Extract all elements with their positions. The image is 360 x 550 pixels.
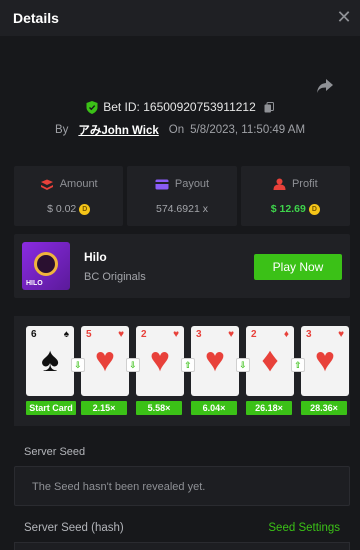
- guess-arrow-icon: ⇧: [291, 358, 305, 372]
- profit-value: $ 12.69: [270, 203, 306, 215]
- server-seed-label: Server Seed: [24, 446, 86, 458]
- page-title: Details: [13, 10, 59, 26]
- bet-date: 5/8/2023, 11:50:49 AM: [190, 124, 306, 136]
- card-multiplier: 28.36×: [301, 401, 347, 415]
- profit-stat: Profit $ 12.69 D: [240, 166, 350, 226]
- card-suit-icon: ♥: [314, 341, 336, 379]
- card-rank: 6: [31, 329, 37, 340]
- card-suit-icon: ♥: [94, 341, 116, 379]
- game-provider: BC Originals: [84, 271, 146, 283]
- server-seed-field[interactable]: The Seed hasn't been revealed yet.: [14, 466, 350, 506]
- details-header: Details ✕: [0, 0, 360, 36]
- playing-card: 2 ♦ ♦: [246, 326, 294, 396]
- card-suit-small-icon: ♥: [338, 329, 344, 340]
- card-rank: 2: [141, 329, 147, 340]
- profit-icon: [273, 178, 286, 190]
- card-rank: 3: [306, 329, 312, 340]
- card-suit-icon: ♥: [149, 341, 171, 379]
- seed-settings-link[interactable]: Seed Settings: [268, 522, 340, 534]
- user-link[interactable]: アみJohn Wick: [78, 122, 158, 138]
- card-multiplier: 26.18×: [246, 401, 292, 415]
- on-label: On: [168, 124, 185, 136]
- amount-label: Amount: [59, 178, 98, 190]
- playing-card: 6 ♠ ♠: [26, 326, 74, 396]
- by-label: By: [54, 124, 69, 136]
- guess-arrow-icon: ⇩: [71, 358, 85, 372]
- card-multiplier: 2.15×: [81, 401, 127, 415]
- coin-icon: D: [308, 203, 320, 215]
- play-now-button[interactable]: Play Now: [254, 254, 342, 280]
- card-suit-small-icon: ♥: [173, 329, 179, 340]
- payout-label: Payout: [174, 178, 210, 190]
- amount-icon: [40, 179, 53, 190]
- server-seed-hash-field[interactable]: [14, 542, 350, 550]
- hilo-game-thumbnail[interactable]: HILO: [22, 242, 70, 290]
- card-rank: 3: [196, 329, 202, 340]
- guess-arrow-icon: ⇩: [236, 358, 250, 372]
- card-multiplier: 5.58×: [136, 401, 182, 415]
- server-seed-hash-label: Server Seed (hash): [24, 522, 124, 534]
- playing-card: 2 ♥ ♥: [136, 326, 184, 396]
- playing-card: 5 ♥ ♥: [81, 326, 129, 396]
- card-multiplier: Start Card: [26, 401, 76, 415]
- share-icon[interactable]: [316, 78, 334, 94]
- bet-stats: Amount $ 0.02 D Payout 574.6921 x Profit: [14, 166, 350, 226]
- card-rank: 5: [86, 329, 92, 340]
- bet-id-row: Bet ID: 16500920753911212: [0, 100, 360, 114]
- card-history: 6 ♠ ♠ Start Card 5 ♥ ♥ ⇩ 2.15× 2 ♥ ♥ ⇩ 5.58× 3 ♥ ♥ ⇧ 6.04×…: [14, 316, 350, 426]
- card-suit-small-icon: ♦: [283, 329, 289, 340]
- verified-shield-icon: [86, 100, 98, 114]
- server-seed-text: The Seed hasn't been revealed yet.: [32, 481, 206, 493]
- coin-icon: D: [79, 203, 91, 215]
- guess-arrow-icon: ⇧: [181, 358, 195, 372]
- card-suit-icon: ♥: [204, 341, 226, 379]
- payout-icon: [155, 179, 169, 189]
- copy-icon[interactable]: [264, 101, 274, 113]
- thumbnail-label: HILO: [26, 280, 43, 287]
- card-multiplier: 6.04×: [191, 401, 237, 415]
- guess-arrow-icon: ⇩: [126, 358, 140, 372]
- payout-stat: Payout 574.6921 x: [127, 166, 237, 226]
- card-suit-small-icon: ♥: [118, 329, 124, 340]
- amount-stat: Amount $ 0.02 D: [14, 166, 124, 226]
- profit-label: Profit: [291, 178, 318, 190]
- card-suit-icon: ♠: [40, 341, 60, 379]
- card-suit-small-icon: ♠: [63, 329, 69, 340]
- game-name: Hilo: [84, 250, 107, 264]
- amount-value: $ 0.02: [47, 203, 77, 215]
- playing-card: 3 ♥ ♥: [301, 326, 349, 396]
- payout-value: 574.6921 x: [156, 203, 208, 215]
- game-card: HILO Hilo BC Originals Play Now: [14, 234, 350, 298]
- playing-card: 3 ♥ ♥: [191, 326, 239, 396]
- record-disc-icon: [34, 252, 58, 276]
- card-suit-icon: ♦: [261, 341, 279, 379]
- close-icon[interactable]: ✕: [336, 8, 352, 26]
- card-suit-small-icon: ♥: [228, 329, 234, 340]
- card-rank: 2: [251, 329, 257, 340]
- bet-id: Bet ID: 16500920753911212: [103, 100, 256, 114]
- bet-meta-row: By アみJohn Wick On 5/8/2023, 11:50:49 AM: [0, 122, 360, 138]
